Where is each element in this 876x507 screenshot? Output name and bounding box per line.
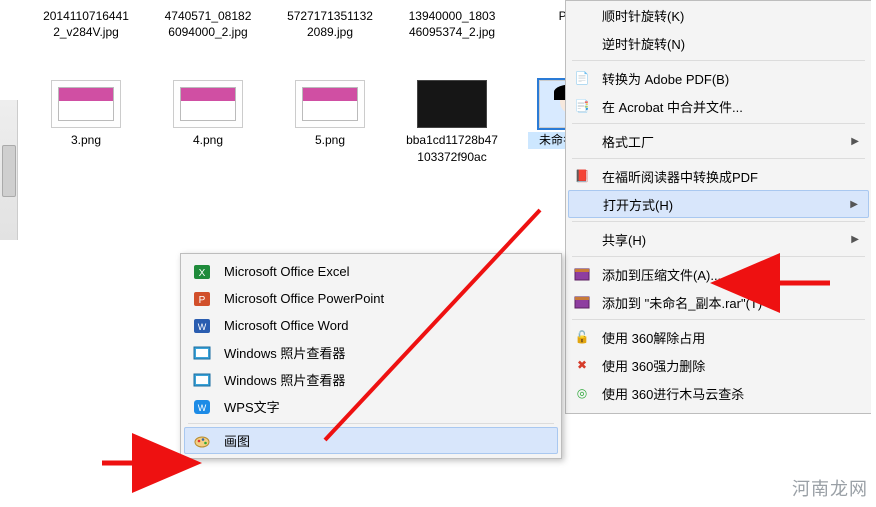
merge-icon: 📑 [572,96,592,116]
context-menu: 顺时针旋转(K) 逆时针旋转(N) 📄 转换为 Adobe PDF(B) 📑 在… [565,0,871,414]
file-item[interactable]: 3.png [40,80,132,164]
ctx-label: 共享(H) [602,230,841,249]
file-item[interactable]: 20141107164412_v284V.jpg [40,4,132,40]
ctx-360-force-delete[interactable]: ✖ 使用 360强力删除 [568,351,869,379]
ctx-label: 使用 360强力删除 [602,356,859,375]
file-item[interactable]: bba1cd11728b47103372f90ac [406,80,498,164]
ctx-add-named-rar[interactable]: 添加到 "未命名_副本.rar"(T) [568,288,869,316]
ctx-share[interactable]: 共享(H) ▶ [568,225,869,253]
ctx-label: 逆时针旋转(N) [602,34,859,53]
ctx-add-archive[interactable]: 添加到压缩文件(A)... [568,260,869,288]
ctx-label: 使用 360进行木马云查杀 [602,384,859,403]
ctx-label: 使用 360解除占用 [602,328,859,347]
file-thumb [51,80,121,128]
openwith-label: Windows 照片查看器 [224,343,345,362]
ctx-label: 添加到 "未命名_副本.rar"(T) [602,293,859,312]
file-label: bba1cd11728b47103372f90ac [406,132,498,164]
openwith-photo-viewer[interactable]: Windows 照片查看器 [184,339,558,366]
ctx-rotate-ccw[interactable]: 逆时针旋转(N) [568,29,869,57]
ctx-360-unlock[interactable]: 🔓 使用 360解除占用 [568,323,869,351]
ctx-label: 在福昕阅读器中转换成PDF [602,167,859,186]
360-scan-icon: ◎ [572,383,592,403]
powerpoint-icon: P [192,289,212,309]
separator [188,423,554,424]
openwith-powerpoint[interactable]: P Microsoft Office PowerPoint [184,285,558,312]
openwith-label: Microsoft Office PowerPoint [224,291,384,306]
separator [572,319,865,320]
separator [572,123,865,124]
ctx-label: 打开方式(H) [603,195,840,214]
file-item[interactable]: 4740571_081826094000_2.jpg [162,4,254,40]
ctx-foxit-pdf[interactable]: 📕 在福昕阅读器中转换成PDF [568,162,869,190]
ctx-label: 顺时针旋转(K) [602,6,859,25]
file-item[interactable]: 57271713511322089.jpg [284,4,376,40]
file-thumb [417,80,487,128]
file-label: 3.png [40,132,132,148]
file-label: 4.png [162,132,254,148]
openwith-word[interactable]: W Microsoft Office Word [184,312,558,339]
pdf-icon: 📄 [572,68,592,88]
file-item[interactable]: 4.png [162,80,254,164]
ctx-label: 添加到压缩文件(A)... [602,265,859,284]
ctx-label: 格式工厂 [602,132,841,151]
wps-icon: W [192,397,212,417]
separator [572,256,865,257]
photo-viewer-icon [192,370,212,390]
ctx-360-scan[interactable]: ◎ 使用 360进行木马云查杀 [568,379,869,407]
separator [572,158,865,159]
360-delete-icon: ✖ [572,355,592,375]
openwith-wps[interactable]: W WPS文字 [184,393,558,420]
360-unlock-icon: 🔓 [572,327,592,347]
ctx-open-with[interactable]: 打开方式(H) ▶ [568,190,869,218]
word-icon: W [192,316,212,336]
ctx-rotate-cw[interactable]: 顺时针旋转(K) [568,1,869,29]
winrar-icon [572,264,592,284]
openwith-paint[interactable]: 画图 [184,427,558,454]
openwith-photo-viewer[interactable]: Windows 照片查看器 [184,366,558,393]
open-with-submenu: X Microsoft Office Excel P Microsoft Off… [180,253,562,459]
foxit-icon: 📕 [572,166,592,186]
ctx-format-factory[interactable]: 格式工厂 ▶ [568,127,869,155]
svg-text:W: W [198,403,207,413]
file-thumb [173,80,243,128]
chevron-right-icon: ▶ [851,136,859,147]
paint-icon [192,431,212,451]
ctx-acrobat-merge[interactable]: 📑 在 Acrobat 中合并文件... [568,92,869,120]
chevron-right-icon: ▶ [850,199,858,210]
openwith-label: Windows 照片查看器 [224,370,345,389]
svg-text:W: W [198,322,207,332]
photo-viewer-icon [192,343,212,363]
openwith-label: WPS文字 [224,397,280,416]
file-label: 4740571_081826094000_2.jpg [162,8,254,40]
blank-icon [572,131,592,151]
svg-text:P: P [199,295,206,306]
svg-text:X: X [199,268,206,279]
ctx-to-adobe-pdf[interactable]: 📄 转换为 Adobe PDF(B) [568,64,869,92]
ctx-label: 在 Acrobat 中合并文件... [602,97,859,116]
openwith-label: 画图 [224,431,250,450]
openwith-excel[interactable]: X Microsoft Office Excel [184,258,558,285]
ctx-label: 转换为 Adobe PDF(B) [602,69,859,88]
openwith-label: Microsoft Office Word [224,318,349,333]
file-thumb [295,80,365,128]
separator [572,221,865,222]
file-label: 13940000_180346095374_2.jpg [406,8,498,40]
chevron-right-icon: ▶ [851,234,859,245]
winrar-icon [572,292,592,312]
openwith-label: Microsoft Office Excel [224,264,349,279]
file-item[interactable]: 13940000_180346095374_2.jpg [406,4,498,40]
blank-icon [572,33,592,53]
file-label: 20141107164412_v284V.jpg [40,8,132,40]
file-label: 5.png [284,132,376,148]
blank-icon [572,5,592,25]
separator [572,60,865,61]
blank-icon [572,229,592,249]
watermark: 河南龙网 [792,475,868,501]
excel-icon: X [192,262,212,282]
file-label: 57271713511322089.jpg [284,8,376,40]
blank-icon [573,194,593,214]
file-item[interactable]: 5.png [284,80,376,164]
